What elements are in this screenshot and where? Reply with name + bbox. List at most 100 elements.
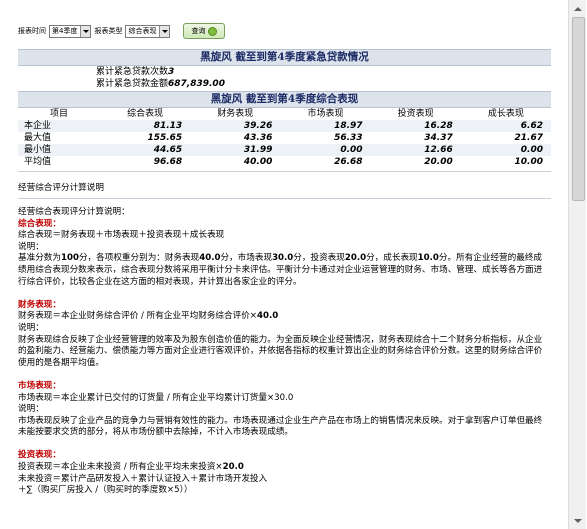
- cell-value: 39.26: [243, 121, 273, 131]
- divider: [18, 198, 551, 199]
- cell-value: 43.36: [243, 133, 273, 143]
- text-span: 分，成长表现: [366, 253, 418, 264]
- divider: [18, 171, 551, 172]
- loan-count-label: 累计紧急贷款次数: [96, 67, 169, 77]
- go-icon: [208, 26, 218, 36]
- cell-value: 44.65: [153, 145, 183, 155]
- investment-formula: 投资表现＝本企业未来投资 / 所有企业平均未来投资×20.0: [18, 462, 550, 474]
- performance-table: 项目 综合表现 财务表现 市场表现 投资表现 成长表现 本企业 81.13 39…: [18, 108, 551, 168]
- table-row: 最大值 155.65 43.36 56.33 34.37 21.67: [18, 132, 551, 144]
- composite-heading: 综合表现：: [18, 218, 61, 229]
- row-label: 平均值: [24, 157, 52, 167]
- type-select-value: 综合表现: [128, 27, 157, 35]
- table-row: 平均值 96.68 40.00 26.68 20.00 10.00: [18, 156, 551, 168]
- loan-count-row: 累计紧急贷款次数3: [18, 66, 551, 78]
- weight-value: 20.0: [344, 253, 367, 264]
- loan-amount-label: 累计紧急贷款金额: [96, 79, 169, 89]
- column-header: 财务表现: [217, 109, 254, 119]
- explain-intro: 经营综合表现评分计算说明：: [18, 207, 130, 217]
- scrollbar-thumb[interactable]: [572, 17, 585, 201]
- cell-value: 6.62: [520, 121, 543, 131]
- investment-formula-line2: 未来投资＝累计产品研发投入＋累计认证投入＋累计市场开发投入: [18, 473, 268, 484]
- weight-value: 20.0: [222, 462, 244, 473]
- cell-value: 0.00: [340, 145, 363, 155]
- weight-value: 10.0: [417, 253, 439, 264]
- scroll-up-button[interactable]: [570, 1, 585, 16]
- chevron-down-icon[interactable]: [159, 25, 170, 37]
- loan-amount-value: 687,839.00: [168, 79, 225, 89]
- financial-description: 财务表现综合反映了企业经营管理的效率及为股东创造价值的能力。为全面反映企业经营情…: [18, 334, 543, 368]
- scroll-down-button[interactable]: [570, 513, 585, 528]
- cell-value: 0.00: [520, 145, 543, 155]
- text-span: 财务表现＝本企业财务综合评价 / 所有企业平均财务综合评价×: [18, 311, 257, 322]
- weight-value: 40.0: [257, 311, 279, 322]
- investment-formula-line3: ＋∑（购买厂房投入 /（购买时的季度数×5））: [18, 485, 193, 496]
- text-span: 投资表现＝本企业未来投资 / 所有企业平均未来投资×: [18, 462, 223, 473]
- period-select-value: 第4季度: [52, 27, 78, 35]
- composite-description: 基准分数为100分，各项权重分别为：财务表现40.0分，市场表现30.0分，投资…: [18, 253, 550, 288]
- cell-value: 12.66: [424, 145, 453, 155]
- composite-formula: 综合表现＝财务表现＋市场表现＋投资表现＋成长表现: [18, 230, 225, 241]
- investment-heading: 投资表现：: [18, 450, 61, 461]
- column-header: 市场表现: [307, 109, 344, 119]
- text-span: 分，市场表现: [220, 253, 273, 264]
- cell-value: 20.00: [424, 157, 453, 167]
- cell-value: 31.99: [243, 145, 273, 155]
- explain-section-title: 经营综合评分计算说明: [18, 183, 104, 193]
- table-row: 最小值 44.65 31.99 0.00 12.66 0.00: [18, 144, 551, 156]
- type-select[interactable]: 综合表现: [125, 24, 171, 38]
- column-header: 投资表现: [397, 109, 434, 119]
- table-header-row: 项目 综合表现 财务表现 市场表现 投资表现 成长表现: [18, 108, 551, 120]
- loan-title: 黑旋风 截至到第4季度紧急贷款情况: [18, 49, 551, 66]
- arrow-up-icon: [573, 6, 582, 11]
- loan-amount-row: 累计紧急贷款金额687,839.00: [18, 78, 551, 90]
- filter-toolbar: 报表时间 第4季度 报表类型 综合表现 查询: [18, 22, 226, 40]
- column-header: 成长表现: [487, 109, 524, 119]
- table-row: 本企业 81.13 39.26 18.97 16.28 6.62: [18, 120, 551, 132]
- market-note-label: 说明：: [18, 404, 44, 415]
- column-header: 综合表现: [127, 109, 164, 119]
- performance-title: 黑旋风 截至到第4季度综合表现: [18, 91, 551, 108]
- financial-formula: 财务表现＝本企业财务综合评价 / 所有企业平均财务综合评价×40.0: [18, 311, 550, 323]
- row-label: 最大值: [24, 133, 52, 143]
- financial-heading: 财务表现：: [18, 299, 61, 310]
- period-select[interactable]: 第4季度: [49, 24, 92, 38]
- cell-value: 10.00: [514, 157, 543, 167]
- report-page: 报表时间 第4季度 报表类型 综合表现 查询 黑旋风 截至到第4季度紧急贷款情况…: [0, 0, 568, 529]
- column-header: 项目: [49, 109, 68, 119]
- loan-count-value: 3: [168, 67, 175, 77]
- arrow-down-icon: [573, 518, 582, 523]
- cell-value: 81.13: [153, 121, 183, 131]
- cell-value: 18.97: [334, 121, 363, 131]
- text-span: 分，各项权重分别为：财务表现: [78, 253, 200, 264]
- row-label: 最小值: [24, 145, 52, 155]
- cell-value: 96.68: [153, 157, 183, 167]
- cell-value: 40.00: [243, 157, 273, 167]
- type-label: 报表类型: [94, 27, 123, 35]
- cell-value: 56.33: [334, 133, 363, 143]
- query-button[interactable]: 查询: [183, 23, 226, 39]
- explanation-body: 经营综合表现评分计算说明： 综合表现： 综合表现＝财务表现＋市场表现＋投资表现＋…: [18, 207, 550, 497]
- vertical-scrollbar[interactable]: [568, 0, 586, 529]
- cell-value: 155.65: [147, 133, 183, 143]
- query-button-label: 查询: [191, 27, 206, 35]
- market-description: 市场表现反映了企业产品的竞争力与营销有效性的能力。市场表现通过企业生产产品在市场…: [18, 415, 543, 438]
- text-span: 基准分数为: [18, 253, 61, 264]
- weight-value: 100: [60, 253, 79, 264]
- market-formula: 市场表现＝本企业累计已交付的订货量 / 所有企业平均累计订货量×30.0: [18, 392, 294, 403]
- row-label: 本企业: [24, 121, 52, 131]
- weight-value: 30.0: [272, 253, 294, 264]
- chevron-down-icon[interactable]: [80, 25, 91, 37]
- cell-value: 16.28: [424, 121, 453, 131]
- period-label: 报表时间: [18, 27, 46, 35]
- cell-value: 26.68: [334, 157, 363, 167]
- text-span: 分，投资表现: [293, 253, 345, 264]
- performance-section: 黑旋风 截至到第4季度综合表现 项目 综合表现 财务表现 市场表现 投资表现 成…: [18, 91, 551, 168]
- financial-note-label: 说明：: [18, 322, 44, 333]
- composite-note-label: 说明：: [18, 241, 44, 252]
- weight-value: 40.0: [199, 253, 221, 264]
- market-heading: 市场表现：: [18, 380, 61, 391]
